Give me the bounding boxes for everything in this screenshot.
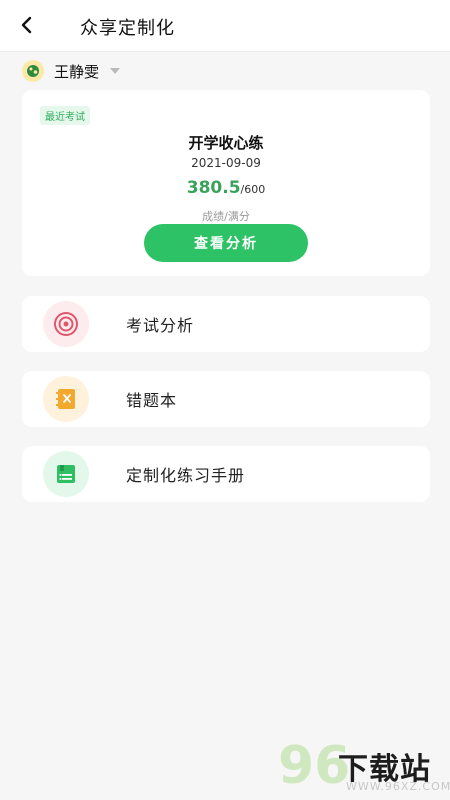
student-selector[interactable]: 王静雯 xyxy=(22,58,121,84)
recent-exam-tag: 最近考试 xyxy=(40,106,90,125)
caret-down-icon xyxy=(110,68,121,74)
score-caption: 成绩/满分 xyxy=(202,210,250,223)
chevron-left-icon xyxy=(21,16,32,34)
exam-title: 开学收心练 xyxy=(188,134,264,152)
watermark-url: WWW.96XZ.COM xyxy=(346,780,450,793)
menu-item-exam-analysis[interactable]: 考试分析 xyxy=(22,296,430,352)
watermark-logo: 96 下载站 WWW.96XZ.COM xyxy=(278,738,450,798)
menu-item-wrong-questions[interactable]: 错题本 xyxy=(22,371,430,427)
full-score: /600 xyxy=(240,183,266,196)
menu-label: 定制化练习手册 xyxy=(126,466,246,485)
student-name: 王静雯 xyxy=(54,62,100,81)
menu-label: 错题本 xyxy=(126,391,178,410)
exam-date: 2021-09-09 xyxy=(191,156,261,170)
menu-label: 考试分析 xyxy=(126,316,195,335)
header-bar: 众享定制化 xyxy=(0,0,450,52)
avatar-icon xyxy=(22,60,44,82)
menu-item-custom-workbook[interactable]: 定制化练习手册 xyxy=(22,446,430,502)
notebook-icon xyxy=(43,376,89,422)
book-icon xyxy=(43,451,89,497)
back-button[interactable] xyxy=(12,10,42,40)
target-icon xyxy=(43,301,89,347)
view-analysis-button[interactable]: 查看分析 xyxy=(144,224,308,262)
score-line: 380.5/600 xyxy=(22,178,430,198)
exam-score: 380.5 xyxy=(186,178,241,198)
recent-exam-card: 最近考试 开学收心练 2021-09-09 380.5/600 成绩/满分 查看… xyxy=(22,90,430,276)
page-title: 众享定制化 xyxy=(80,18,175,39)
